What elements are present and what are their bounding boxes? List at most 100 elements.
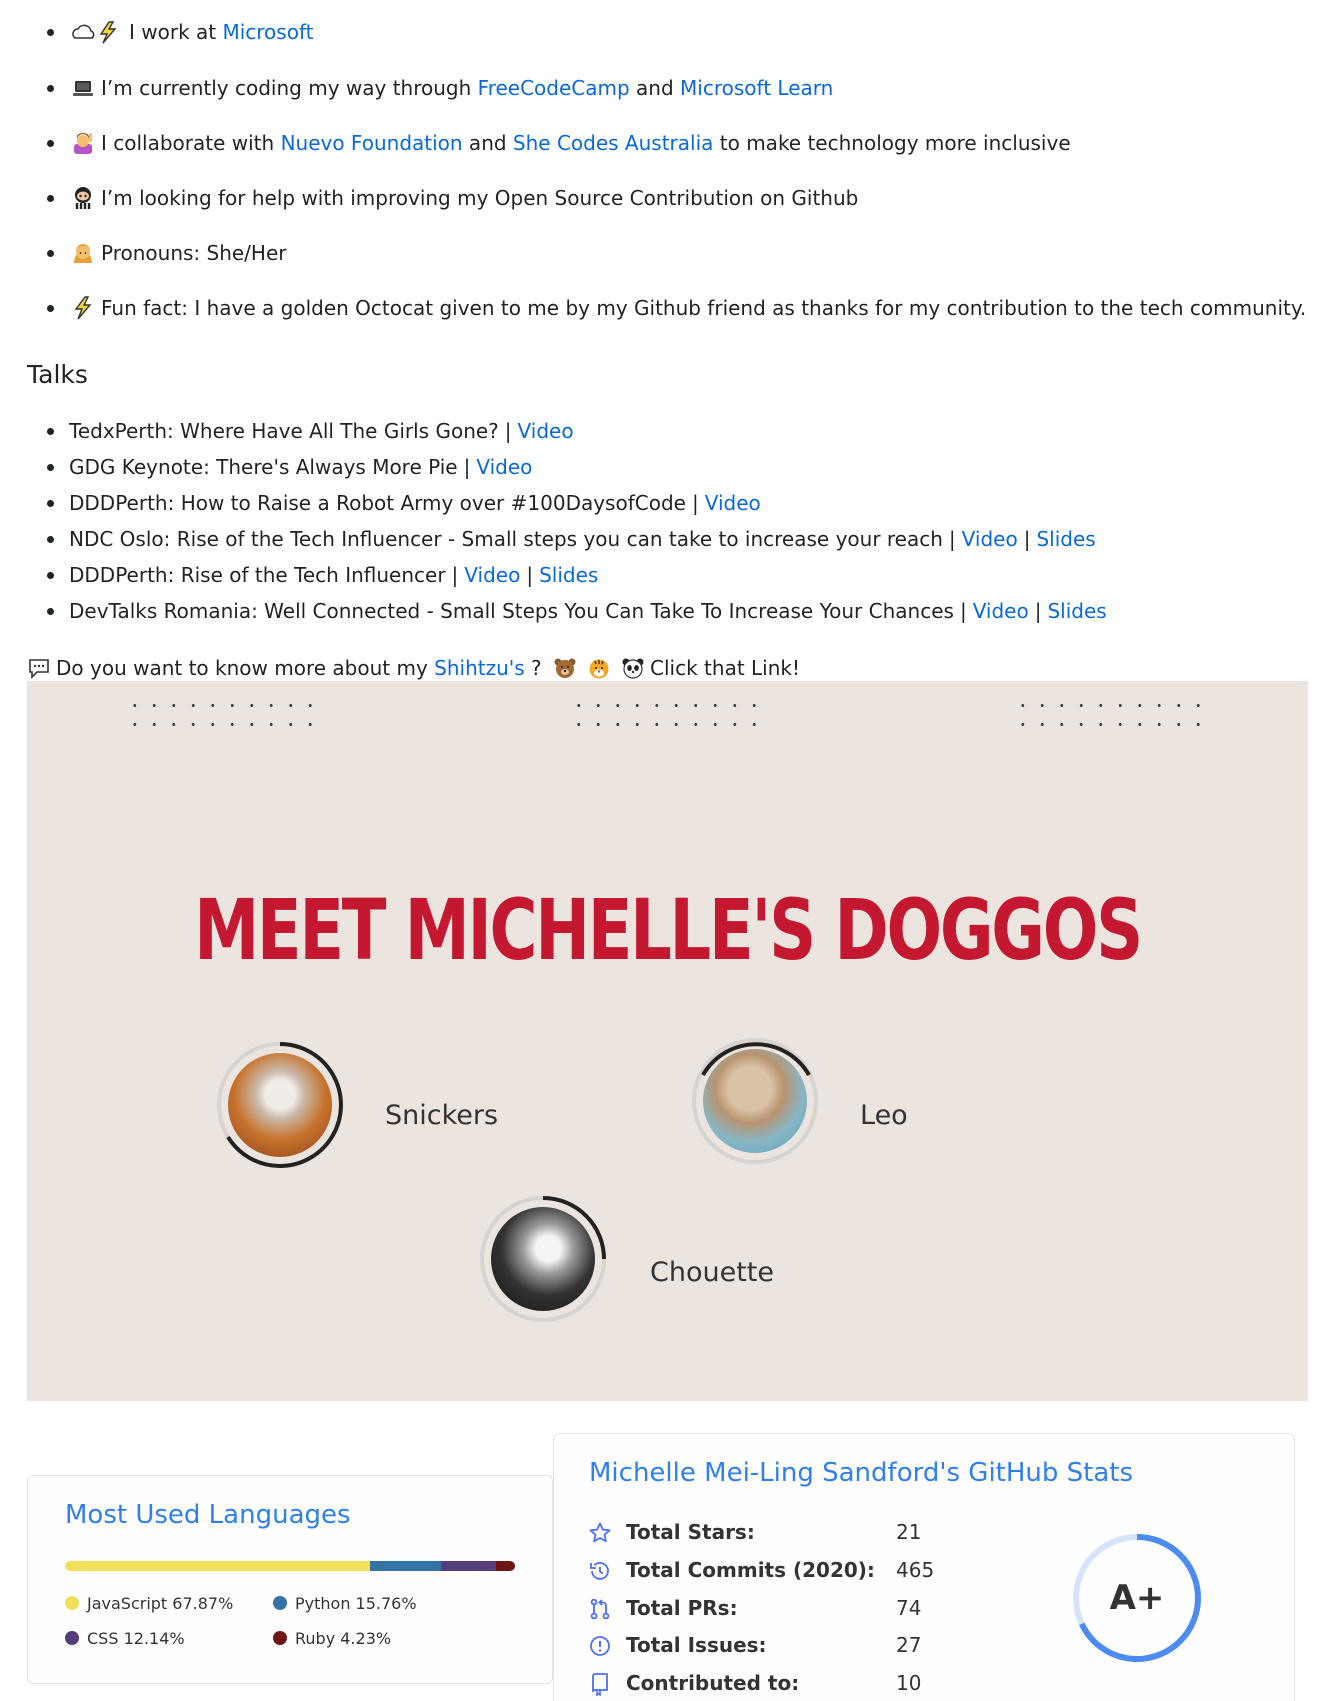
woman-raising-hand-icon	[71, 131, 95, 155]
talk-separator: |	[691, 491, 699, 515]
nuevo-foundation-link[interactable]: Nuevo Foundation	[281, 131, 463, 155]
microsoft-learn-link[interactable]: Microsoft Learn	[680, 76, 833, 100]
microsoft-link[interactable]: Microsoft	[222, 20, 313, 44]
talk-item: DDDPerth: How to Raise a Robot Army over…	[27, 485, 1107, 521]
dog-name-leo: Leo	[860, 1100, 908, 1131]
languages-bar	[65, 1561, 515, 1571]
language-color-dot	[273, 1596, 287, 1610]
dot-pattern	[125, 696, 315, 726]
talk-item: NDC Oslo: Rise of the Tech Influencer - …	[27, 521, 1107, 557]
intro-text: I’m currently coding my way through	[101, 76, 478, 100]
language-label: Ruby 4.23%	[295, 1629, 392, 1648]
repo-icon	[592, 1673, 608, 1696]
talk-item: TedxPerth: Where Have All The Girls Gone…	[27, 413, 1107, 449]
talk-slides-link[interactable]: Slides	[539, 563, 598, 587]
snickers-photo	[228, 1053, 332, 1157]
speech-balloon-icon	[27, 656, 51, 680]
history-icon	[590, 1562, 609, 1580]
stat-value: 21	[896, 1520, 922, 1544]
laptop-icon	[71, 76, 95, 100]
dot-pattern	[1013, 696, 1203, 726]
language-color-dot	[65, 1631, 79, 1645]
panda-icon	[621, 656, 645, 680]
intro-text: I collaborate with	[101, 131, 281, 155]
language-label: Python 15.76%	[295, 1594, 417, 1613]
languages-title: Most Used Languages	[65, 1500, 351, 1530]
intro-item-work: I work at Microsoft	[27, 17, 313, 47]
intro-text: I work at	[129, 20, 223, 44]
lightning-icon	[71, 296, 95, 320]
talk-separator: |	[1034, 599, 1042, 623]
dog-name-chouette: Chouette	[650, 1257, 774, 1288]
dot-pattern	[569, 696, 759, 726]
doggos-banner[interactable]: MEET MICHELLE'S DOGGOS Snickers Leo Chou…	[27, 681, 1308, 1401]
talk-video-link[interactable]: Video	[476, 455, 532, 479]
talk-video-link[interactable]: Video	[705, 491, 761, 515]
dog-name-snickers: Snickers	[385, 1100, 499, 1131]
bear-icon	[553, 656, 577, 680]
talk-separator: |	[451, 563, 459, 587]
intro-text: I’m looking for help with improving my O…	[101, 186, 859, 210]
chouette-photo	[491, 1207, 595, 1311]
language-bar-segment	[441, 1561, 496, 1571]
talks-heading: Talks	[27, 360, 88, 389]
intro-item-open-source: I’m looking for help with improving my O…	[27, 183, 858, 213]
talk-separator: |	[504, 419, 512, 443]
language-label: CSS 12.14%	[87, 1629, 185, 1648]
intro-suffix: to make technology more inclusive	[713, 131, 1071, 155]
talk-title: DevTalks Romania: Well Connected - Small…	[69, 599, 954, 623]
stat-value: 74	[896, 1596, 922, 1620]
stat-label: Total Issues:	[626, 1633, 767, 1657]
intro-joiner: and	[629, 76, 681, 100]
talk-slides-link[interactable]: Slides	[1036, 527, 1095, 551]
issue-icon	[590, 1636, 610, 1656]
languages-card[interactable]: Most Used Languages JavaScript 67.87% Pyt…	[27, 1475, 553, 1684]
she-codes-australia-link[interactable]: She Codes Australia	[513, 131, 713, 155]
talk-video-link[interactable]: Video	[464, 563, 520, 587]
language-legend-item: CSS 12.14%	[65, 1629, 185, 1648]
intro-joiner: and	[462, 131, 513, 155]
intro-item-learning: I’m currently coding my way through Free…	[27, 73, 833, 103]
talk-separator: |	[959, 599, 967, 623]
language-bar-segment	[65, 1561, 371, 1571]
leo-photo	[703, 1049, 807, 1153]
freecodecamp-link[interactable]: FreeCodeCamp	[478, 76, 630, 100]
pull-request-icon	[590, 1598, 610, 1620]
talk-title: DDDPerth: Rise of the Tech Influencer	[69, 563, 446, 587]
language-bar-segment	[370, 1561, 442, 1571]
talk-separator: |	[1023, 527, 1031, 551]
stat-label: Total Commits (2020):	[626, 1558, 875, 1582]
language-color-dot	[273, 1631, 287, 1645]
tiger-icon	[587, 656, 611, 680]
talks-list: TedxPerth: Where Have All The Girls Gone…	[27, 413, 1107, 629]
rank-circle: A+	[1070, 1531, 1204, 1665]
intro-text: Pronouns: She/Her	[101, 241, 287, 265]
stat-label: Total Stars:	[626, 1520, 755, 1544]
stats-title: Michelle Mei-Ling Sandford's GitHub Stat…	[589, 1458, 1134, 1488]
dogs-line-suffix: Click that Link!	[650, 656, 800, 680]
intro-text: Fun fact: I have a golden Octocat given …	[101, 296, 1307, 320]
woman-icon	[71, 241, 95, 265]
star-icon	[589, 1522, 611, 1543]
talk-video-link[interactable]: Video	[962, 527, 1018, 551]
talk-video-link[interactable]: Video	[973, 599, 1029, 623]
stat-value: 465	[896, 1558, 935, 1582]
intro-item-fun-fact: Fun fact: I have a golden Octocat given …	[27, 293, 1306, 323]
talk-slides-link[interactable]: Slides	[1047, 599, 1106, 623]
dogs-line-question: ?	[524, 656, 542, 680]
language-bar-segment	[495, 1561, 515, 1571]
talk-video-link[interactable]: Video	[518, 419, 574, 443]
talk-item: DDDPerth: Rise of the Tech Influencer | Vi…	[27, 557, 1107, 593]
talk-title: DDDPerth: How to Raise a Robot Army over…	[69, 491, 686, 515]
talk-title: TedxPerth: Where Have All The Girls Gone…	[69, 419, 499, 443]
stat-value: 27	[896, 1633, 922, 1657]
language-legend-item: Python 15.76%	[273, 1594, 417, 1613]
rank-grade: A+	[1109, 1578, 1165, 1618]
shihtzu-link[interactable]: Shihtzu's	[434, 656, 525, 680]
talk-title: GDG Keynote: There's Always More Pie	[69, 455, 458, 479]
github-stats-card[interactable]: Michelle Mei-Ling Sandford's GitHub Stat…	[553, 1433, 1295, 1701]
dogs-line-prefix: Do you want to know more about my	[56, 656, 435, 680]
talk-separator: |	[948, 527, 956, 551]
language-color-dot	[65, 1596, 79, 1610]
talk-separator: |	[463, 455, 471, 479]
